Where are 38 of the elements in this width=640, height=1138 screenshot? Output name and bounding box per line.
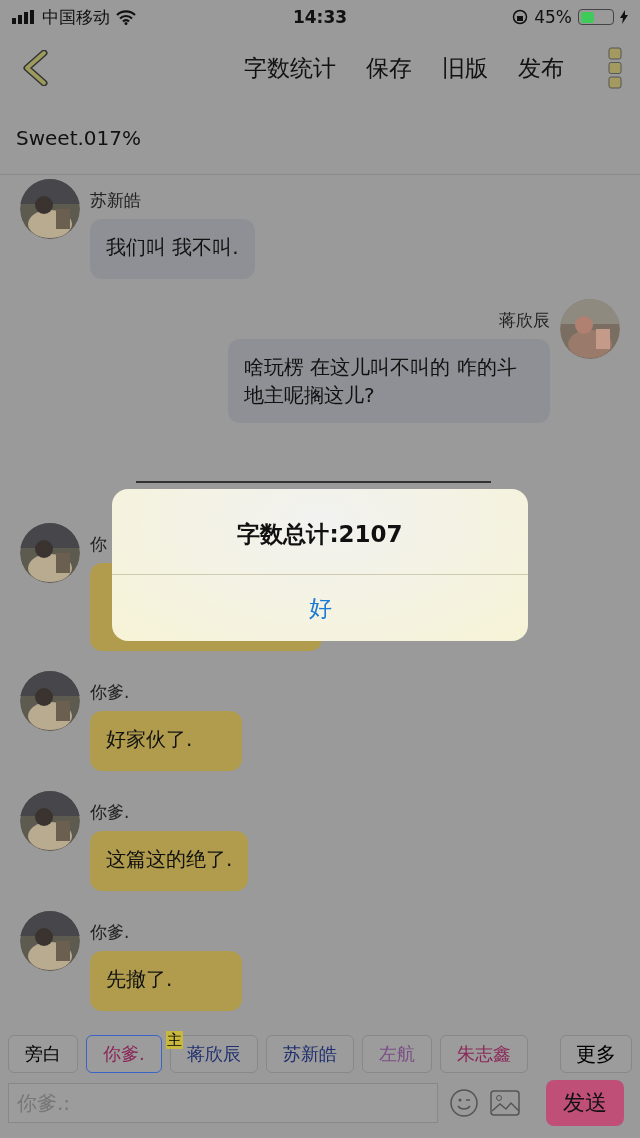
sender-name: 蒋欣辰: [499, 309, 550, 331]
nav-action[interactable]: 字数统计: [244, 52, 336, 84]
battery-percent: 45%: [534, 7, 572, 27]
sender-name: 你爹.: [90, 801, 130, 823]
nav-action[interactable]: 发布: [518, 52, 564, 84]
host-badge: 主: [165, 1031, 183, 1049]
document-title: Sweet.017%: [16, 126, 142, 150]
role-tab[interactable]: 朱志鑫: [439, 1035, 528, 1073]
charging-icon: [620, 10, 628, 24]
nav-action[interactable]: 保存: [366, 52, 412, 84]
sender-name: 你: [90, 533, 107, 555]
role-tab[interactable]: 旁白: [8, 1035, 78, 1073]
emoji-icon[interactable]: [450, 1089, 478, 1117]
wifi-icon: [116, 9, 136, 25]
role-tab[interactable]: 你爹.: [86, 1035, 162, 1073]
rotation-lock-icon: [512, 9, 529, 25]
image-icon[interactable]: [490, 1090, 520, 1116]
role-tab[interactable]: 左航: [361, 1035, 432, 1073]
sender-name: 你爹.: [90, 921, 130, 943]
signal-icon: [12, 10, 36, 24]
more-icon[interactable]: [608, 47, 622, 89]
message-bubble: 啥玩楞 在这儿叫不叫的 咋的斗地主呢搁这儿?: [228, 339, 550, 423]
alert-message: 字数总计:2107: [236, 520, 404, 549]
message-bubble: 先撤了.: [90, 951, 242, 1011]
battery-icon: [578, 9, 614, 25]
message-bubble: 我们叫 我不叫.: [90, 219, 255, 279]
sender-name: 苏新皓: [90, 189, 141, 211]
message-bubble: 这篇这的绝了.: [90, 831, 249, 891]
role-tab[interactable]: 苏新皓: [265, 1035, 354, 1073]
more-button[interactable]: 更多: [560, 1035, 632, 1073]
sender-name: 你爹.: [90, 681, 130, 703]
clock-time: 14:33: [292, 7, 348, 27]
carrier-name: 中国移动: [42, 5, 110, 29]
back-icon[interactable]: [22, 50, 48, 86]
send-button[interactable]: 发送: [546, 1080, 624, 1126]
nav-action[interactable]: 旧版: [442, 52, 488, 84]
message-bubble: 好家伙了.: [90, 711, 242, 771]
ok-button[interactable]: 好: [112, 575, 528, 641]
